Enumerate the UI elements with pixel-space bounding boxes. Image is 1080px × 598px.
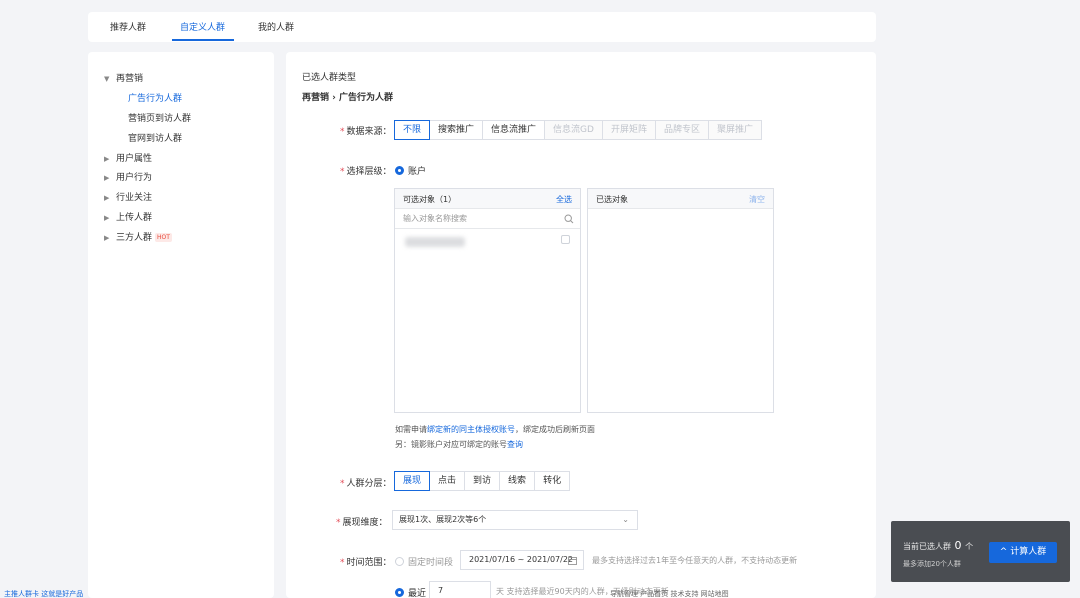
caret-right-icon: ▶ xyxy=(104,214,110,222)
top-tab-bar: 推荐人群 自定义人群 我的人群 xyxy=(88,12,876,42)
footer-left-links[interactable]: 主推人群卡 这就是好产品 xyxy=(4,589,83,598)
segment-option[interactable]: 转化 xyxy=(534,471,571,491)
sidebar-item-label: 行业关注 xyxy=(116,193,153,203)
bind-account-link[interactable]: 绑定新的同主体授权账号 xyxy=(427,425,515,434)
tab-recommended-audience[interactable]: 推荐人群 xyxy=(110,20,146,33)
selected-type-heading: 已选人群类型 xyxy=(302,73,357,83)
segment-option[interactable]: 到访 xyxy=(464,471,501,491)
sidebar-item-label: 用户行为 xyxy=(116,173,153,183)
caret-right-icon: ▶ xyxy=(104,234,110,242)
page-footer: 主推人群卡 这就是好产品 导航管理 产品首页 技术支持 网站地图 xyxy=(0,589,1080,598)
tab-custom-audience[interactable]: 自定义人群 xyxy=(180,20,225,33)
data-source-option: 聚屏推广 xyxy=(707,120,762,140)
audience-config-panel: 已选人群类型 再营销 › 广告行为人群 * 数据来源： 不限 搜索推广 信息流推广… xyxy=(286,52,876,598)
segmentation-segmented: 展现 点击 到访 线索 转化 xyxy=(394,471,571,491)
active-tab-indicator xyxy=(172,39,234,41)
data-source-option[interactable]: 信息流推广 xyxy=(482,120,546,140)
sidebar-sub-site-visitors[interactable]: 官网到访人群 xyxy=(128,131,182,144)
clear-link[interactable]: 清空 xyxy=(749,194,765,205)
sidebar-item-label: 上传人群 xyxy=(116,213,153,223)
selected-count-text: 当前已选人群 0 个 xyxy=(903,539,974,552)
radio-checked-icon xyxy=(395,166,404,175)
time-range-label: * 时间范围： xyxy=(340,558,392,568)
data-source-segmented: 不限 搜索推广 信息流推广 信息流GD 开屏矩阵 品牌专区 聚屏推广 xyxy=(394,120,762,140)
selected-count: 0 xyxy=(954,539,962,552)
chosen-panel-header: 已选对象 清空 xyxy=(588,189,773,209)
tab-my-audience[interactable]: 我的人群 xyxy=(258,20,294,33)
sidebar-sub-ad-behavior[interactable]: 广告行为人群 xyxy=(128,91,182,104)
bind-account-note: 如需申请绑定新的同主体授权账号，绑定成功后刷新页面 xyxy=(395,425,595,434)
query-link[interactable]: 查询 xyxy=(507,440,523,449)
breadcrumb: 再营销 › 广告行为人群 xyxy=(302,93,393,103)
max-limit-text: 最多添加20个人群 xyxy=(903,560,961,568)
chevron-down-icon: ⌄ xyxy=(622,515,629,524)
data-source-option[interactable]: 不限 xyxy=(394,120,431,140)
search-icon xyxy=(564,214,574,224)
available-objects-panel: 可选对象（1） 全选 xyxy=(394,188,581,413)
selection-summary-floater: 当前已选人群 0 个 最多添加20个人群 ^ 计算人群 xyxy=(891,521,1070,582)
select-all-link[interactable]: 全选 xyxy=(556,194,572,205)
available-panel-header: 可选对象（1） 全选 xyxy=(395,189,580,209)
object-checkbox[interactable] xyxy=(561,235,570,244)
chosen-objects-panel: 已选对象 清空 xyxy=(587,188,774,413)
fixed-range-hint: 最多支持选择过去1年至今任意天的人群，不支持动态更新 xyxy=(592,556,798,565)
sidebar-item-label: 用户属性 xyxy=(116,154,153,164)
fixed-range-radio[interactable]: 固定时间段 xyxy=(395,555,453,568)
sidebar-item-remarketing[interactable]: ▼ 再营销 xyxy=(104,71,143,84)
blurred-account-name xyxy=(405,237,465,247)
sidebar-item-upload-audience[interactable]: ▶ 上传人群 xyxy=(104,210,152,223)
object-search-input[interactable] xyxy=(395,209,580,228)
chevron-up-icon: ^ xyxy=(999,547,1008,557)
sidebar-item-user-attributes[interactable]: ▶ 用户属性 xyxy=(104,151,152,164)
available-panel-title: 可选对象（1） xyxy=(403,195,457,204)
sidebar-item-label: 再营销 xyxy=(116,74,144,84)
date-range-value: 2021/07/16 ~ 2021/07/22 xyxy=(469,555,574,564)
caret-right-icon: ▶ xyxy=(104,194,110,202)
data-source-option: 开屏矩阵 xyxy=(601,120,656,140)
data-source-option: 品牌专区 xyxy=(654,120,709,140)
level-radio-account[interactable]: 账户 xyxy=(395,164,426,177)
query-account-note: 另：镜影账户对应可绑定的账号查询 xyxy=(395,440,523,449)
segment-option[interactable]: 点击 xyxy=(429,471,466,491)
chosen-panel-title: 已选对象 xyxy=(596,195,628,204)
sidebar-item-third-party[interactable]: ▶ 三方人群 HOT xyxy=(104,230,172,243)
date-range-picker[interactable]: 2021/07/16 ~ 2021/07/22 xyxy=(460,550,584,570)
object-search-row xyxy=(395,209,580,229)
level-label: * 选择层级： xyxy=(340,167,392,177)
calendar-icon xyxy=(568,557,577,565)
segment-option[interactable]: 线索 xyxy=(499,471,536,491)
sidebar-item-industry-interest[interactable]: ▶ 行业关注 xyxy=(104,190,152,203)
segment-option[interactable]: 展现 xyxy=(394,471,431,491)
sidebar-item-user-behavior[interactable]: ▶ 用户行为 xyxy=(104,170,152,183)
category-sidebar: ▼ 再营销 广告行为人群 营销页到访人群 官网到访人群 ▶ 用户属性 ▶ 用户行为 ▶… xyxy=(88,52,274,598)
dimension-select[interactable]: 展现1次、展现2次等6个 ⌄ xyxy=(392,510,638,530)
dimension-value: 展现1次、展现2次等6个 xyxy=(399,515,487,524)
radio-unchecked-icon xyxy=(395,557,404,566)
footer-right-links[interactable]: 导航管理 产品首页 技术支持 网站地图 xyxy=(610,589,729,598)
sidebar-sub-landing-visitors[interactable]: 营销页到访人群 xyxy=(128,111,191,124)
hot-badge: HOT xyxy=(155,233,172,242)
dimension-label: * 展现维度： xyxy=(336,518,388,528)
sidebar-item-label: 三方人群 xyxy=(116,233,153,243)
caret-right-icon: ▶ xyxy=(104,155,110,163)
segmentation-label: * 人群分层： xyxy=(340,479,392,489)
data-source-label: * 数据来源： xyxy=(340,127,392,137)
data-source-option[interactable]: 搜索推广 xyxy=(429,120,484,140)
caret-right-icon: ▶ xyxy=(104,174,110,182)
caret-down-icon: ▼ xyxy=(104,75,110,83)
data-source-option: 信息流GD xyxy=(544,120,603,140)
calculate-audience-button[interactable]: ^ 计算人群 xyxy=(989,542,1057,563)
